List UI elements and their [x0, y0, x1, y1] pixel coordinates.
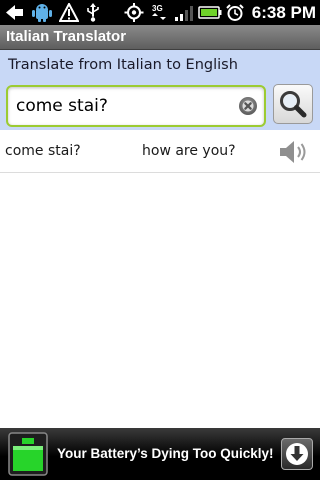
3g-icon: 3G [152, 4, 166, 20]
signal-icon [175, 6, 193, 21]
translated-phrase: how are you? [142, 143, 236, 159]
svg-text:3G: 3G [152, 4, 163, 13]
list-item[interactable]: come stai? how are you? [0, 131, 320, 173]
direction-label: Translate from Italian to English [8, 57, 238, 73]
android-icon [32, 4, 52, 22]
usb-icon [87, 3, 99, 22]
gps-icon [124, 3, 144, 22]
search-input-value[interactable]: come stai? [16, 87, 108, 125]
ad-text[interactable]: Your Battery’s Dying Too Quickly! [57, 428, 274, 480]
search-button[interactable] [273, 84, 313, 124]
translate-panel: Translate from Italian to English come s… [0, 50, 320, 130]
download-button[interactable] [281, 438, 313, 470]
search-input[interactable]: come stai? [6, 85, 266, 127]
back-icon [6, 5, 23, 20]
alarm-icon [226, 4, 244, 21]
ad-banner[interactable]: Your Battery’s Dying Too Quickly! [0, 428, 320, 480]
app-title: Italian Translator [6, 28, 127, 45]
app-title-bar: Italian Translator [0, 25, 320, 50]
battery-icon [198, 6, 222, 19]
search-icon [280, 91, 307, 118]
source-phrase: come stai? [5, 143, 81, 159]
speaker-icon[interactable] [278, 139, 310, 165]
download-icon [286, 443, 308, 465]
battery-icon [8, 432, 48, 476]
status-time: 6:38 PM [251, 3, 316, 22]
warning-icon [59, 3, 79, 22]
clear-icon[interactable] [238, 96, 258, 116]
status-bar: 3G 6:38 PM [0, 0, 320, 25]
